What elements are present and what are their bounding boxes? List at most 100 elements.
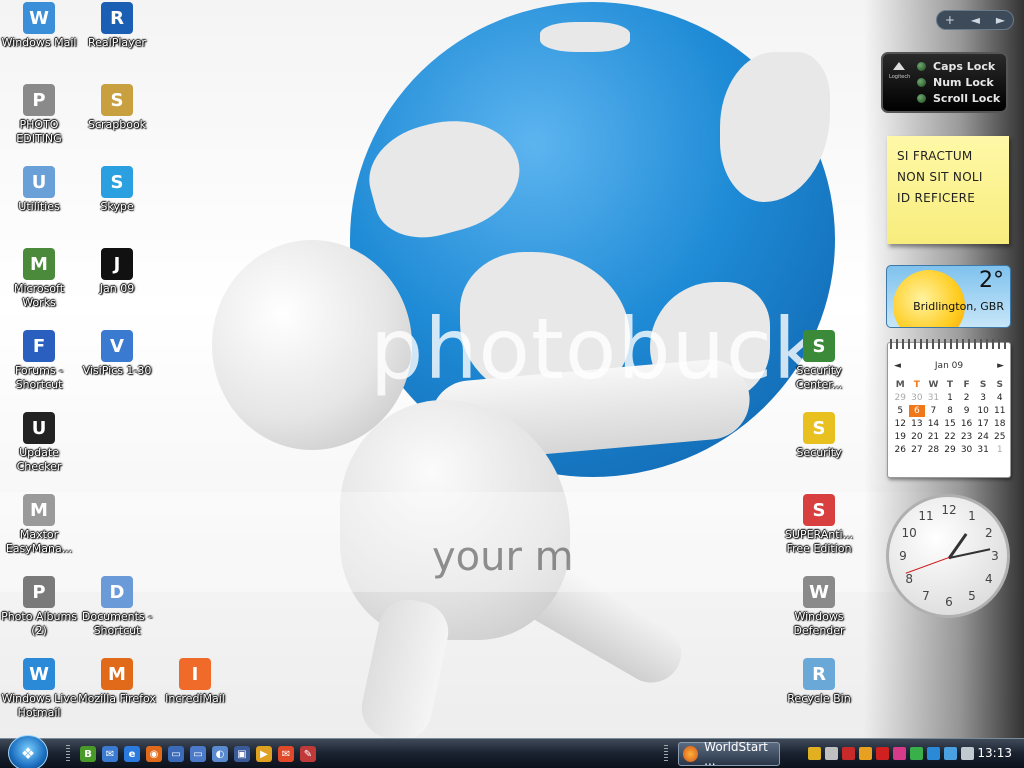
calendar-next-icon[interactable]: ► — [997, 361, 1004, 371]
next-gadgets-button[interactable]: ► — [996, 13, 1005, 27]
desktop-icon[interactable]: P Photo Albums (2) — [0, 576, 78, 638]
desktop-icon[interactable]: M Maxtor EasyMana... — [0, 494, 78, 556]
calendar-day[interactable]: 29 — [942, 444, 959, 456]
calendar-day[interactable]: 30 — [958, 444, 975, 456]
calendar-day[interactable]: 7 — [925, 405, 942, 417]
calendar-day[interactable]: 28 — [925, 444, 942, 456]
weather-gadget[interactable]: 2° Bridlington, GBR — [886, 265, 1011, 328]
desktop-icon[interactable]: D Documents - Shortcut — [78, 576, 156, 638]
desktop-icon[interactable]: S Security Center... — [780, 330, 858, 392]
calendar-day[interactable]: 4 — [991, 392, 1008, 404]
clock-number: 4 — [985, 572, 993, 586]
calendar-day[interactable]: 6 — [908, 405, 926, 417]
desktop-icon[interactable]: W Windows Mail — [0, 2, 78, 50]
calendar-day[interactable]: 29 — [892, 392, 909, 404]
network-icon[interactable]: ▣ — [234, 746, 250, 762]
calendar-day[interactable]: 11 — [991, 405, 1008, 417]
firefox-quicklaunch-icon[interactable]: ◉ — [146, 746, 162, 762]
calendar-day[interactable]: 3 — [975, 392, 992, 404]
desktop-icon[interactable]: W Windows Defender — [780, 576, 858, 638]
tool-icon[interactable]: ✎ — [300, 746, 316, 762]
sticky-note-gadget[interactable]: SI FRACTUM NON SIT NOLI ID REFICERE — [887, 136, 1009, 244]
tray-app4-icon[interactable] — [859, 747, 872, 760]
calendar-day[interactable]: 10 — [975, 405, 992, 417]
desktop-icon[interactable]: U Update Checker — [0, 412, 78, 474]
desktop-icon[interactable]: W Windows Live Hotmail — [0, 658, 78, 720]
show-desktop-icon[interactable]: ▭ — [190, 746, 206, 762]
desktop-icon[interactable]: S Skype — [78, 166, 156, 214]
desktop-icon[interactable]: R RealPlayer — [78, 2, 156, 50]
calendar-day[interactable]: 21 — [925, 431, 942, 443]
toolbar-grip[interactable] — [66, 745, 70, 763]
tray-app6-icon[interactable] — [893, 747, 906, 760]
desktop-icon[interactable]: S SUPERAnti... Free Edition — [780, 494, 858, 556]
calendar-day[interactable]: 20 — [909, 431, 926, 443]
tray-app5-icon[interactable] — [876, 747, 889, 760]
desktop-icon[interactable]: S Security — [780, 412, 858, 460]
desktop-icon-label: Maxtor EasyMana... — [5, 528, 73, 555]
desktop-icon[interactable]: I IncrediMail — [156, 658, 234, 706]
tray-app8-icon[interactable] — [927, 747, 940, 760]
calendar-day[interactable]: 5 — [892, 405, 909, 417]
calendar-day[interactable]: 13 — [909, 418, 926, 430]
calendar-day[interactable]: 15 — [942, 418, 959, 430]
calendar-day[interactable]: 18 — [991, 418, 1008, 430]
desktop-icon[interactable]: F Forums - Shortcut — [0, 330, 78, 392]
calendar-day[interactable]: 1 — [991, 444, 1008, 456]
previous-gadgets-button[interactable]: ◄ — [971, 13, 980, 27]
desktop-icon[interactable]: M Mozilla Firefox — [78, 658, 156, 706]
calendar-prev-icon[interactable]: ◄ — [894, 361, 901, 371]
weather-temperature: 2° — [979, 268, 1004, 293]
desktop-icon[interactable]: V VisiPics 1-30 — [78, 330, 156, 378]
folder-icon[interactable]: ▭ — [168, 746, 184, 762]
calendar-gadget[interactable]: ◄ Jan 09 ► M T W T F S S 29 30 31 1 2 3 4 5 6 7 8 9 10 11 12 1… — [887, 339, 1011, 478]
add-gadget-button[interactable]: + — [945, 13, 955, 27]
incredimail-quicklaunch-icon[interactable]: ✉ — [278, 746, 294, 762]
taskbar-clock[interactable]: 13:13 — [977, 746, 1012, 760]
lock-status-gadget[interactable]: Logitech Caps Lock Num Lock Scroll Lock — [881, 52, 1008, 113]
calendar-day[interactable]: 16 — [958, 418, 975, 430]
taskbar-button-worldstart[interactable]: WorldStart ... — [678, 740, 780, 768]
calendar-day[interactable]: 31 — [925, 392, 942, 404]
incredimail-icon: I — [179, 658, 211, 690]
tray-app3-icon[interactable] — [842, 747, 855, 760]
volume-icon[interactable] — [961, 747, 974, 760]
calendar-day[interactable]: 14 — [925, 418, 942, 430]
calendar-day[interactable]: 24 — [975, 431, 992, 443]
calendar-day[interactable]: 23 — [958, 431, 975, 443]
media-player-icon[interactable]: ▶ — [256, 746, 272, 762]
calendar-day[interactable]: 25 — [991, 431, 1008, 443]
desktop-icon-label: Windows Mail — [1, 36, 77, 49]
jan09-icon: J — [101, 248, 133, 280]
b-app-icon[interactable]: B — [80, 746, 96, 762]
internet-explorer-icon[interactable]: e — [124, 746, 140, 762]
calendar-day[interactable]: 22 — [942, 431, 959, 443]
desktop-icon[interactable]: S Scrapbook — [78, 84, 156, 132]
calendar-day[interactable]: 2 — [958, 392, 975, 404]
desktop-icon[interactable]: P PHOTO EDITING — [0, 84, 78, 146]
calendar-day[interactable]: 27 — [909, 444, 926, 456]
calendar-day[interactable]: 31 — [975, 444, 992, 456]
calendar-day[interactable]: 12 — [892, 418, 909, 430]
start-button[interactable]: ❖ — [8, 735, 48, 768]
desktop-icon[interactable]: R Recycle Bin — [780, 658, 858, 706]
calendar-day[interactable]: 26 — [892, 444, 909, 456]
network-tray-icon[interactable] — [944, 747, 957, 760]
desktop-icon[interactable]: J Jan 09 — [78, 248, 156, 296]
tray-app7-icon[interactable] — [910, 747, 923, 760]
toolbar-grip[interactable] — [664, 745, 668, 763]
calendar-day[interactable]: 19 — [892, 431, 909, 443]
messenger-icon[interactable]: ✉ — [102, 746, 118, 762]
calendar-day[interactable]: 8 — [942, 405, 959, 417]
calendar-day[interactable]: 1 — [942, 392, 959, 404]
switch-windows-icon[interactable]: ◐ — [212, 746, 228, 762]
clock-gadget[interactable]: 12 1 2 3 4 5 6 7 8 9 10 11 — [886, 494, 1010, 618]
calendar-day[interactable]: 9 — [958, 405, 975, 417]
tray-app1-icon[interactable] — [808, 747, 821, 760]
calendar-day[interactable]: 17 — [975, 418, 992, 430]
calendar-day[interactable]: 30 — [909, 392, 926, 404]
desktop-icon[interactable]: M Microsoft Works — [0, 248, 78, 310]
desktop-icon[interactable]: U Utilities — [0, 166, 78, 214]
tray-app2-icon[interactable] — [825, 747, 838, 760]
logitech-logo: Logitech — [889, 60, 910, 80]
